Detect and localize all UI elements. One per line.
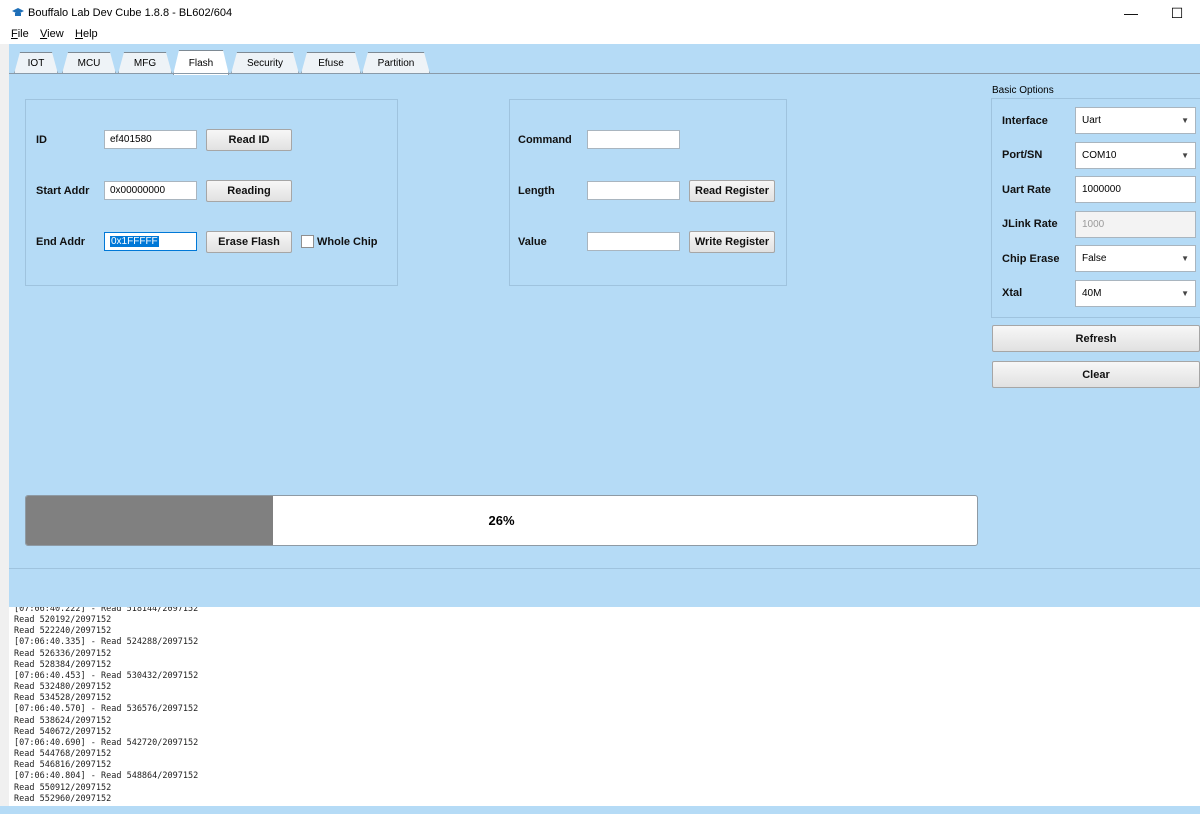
- id-label: ID: [36, 134, 47, 146]
- start-addr-field[interactable]: 0x00000000: [104, 181, 197, 200]
- xtal-label: Xtal: [1002, 287, 1023, 299]
- log-line: Read 544768/2097152: [14, 749, 112, 760]
- splitter-handle[interactable]: [9, 568, 1200, 608]
- command-label: Command: [518, 134, 572, 146]
- whole-chip-checkbox[interactable]: [301, 235, 314, 248]
- log-line: Read 540672/2097152: [14, 726, 112, 737]
- log-line: [07:06:40.222] - Read 518144/2097152: [14, 607, 199, 614]
- menu-view[interactable]: View: [40, 28, 64, 40]
- chevron-down-icon: ▼: [1181, 151, 1189, 160]
- port-label: Port/SN: [1002, 149, 1043, 161]
- log-line: Read 522240/2097152: [14, 626, 112, 637]
- tab-mfg[interactable]: MFG: [118, 52, 172, 74]
- menu-bar: [0, 26, 1200, 44]
- interface-label: Interface: [1002, 115, 1048, 127]
- end-addr-field[interactable]: 0x1FFFFF: [104, 232, 197, 251]
- end-addr-label: End Addr: [36, 236, 86, 248]
- jlink-rate-value: 1000: [1082, 219, 1105, 230]
- xtal-value: 40M: [1082, 288, 1102, 299]
- write-register-button[interactable]: Write Register: [689, 231, 775, 253]
- chevron-down-icon: ▼: [1181, 254, 1189, 263]
- menu-help[interactable]: Help: [75, 28, 98, 40]
- chip-erase-select[interactable]: False ▼: [1075, 245, 1196, 272]
- progress-text: 26%: [488, 513, 515, 528]
- uart-rate-label: Uart Rate: [1002, 184, 1051, 196]
- command-field[interactable]: [587, 130, 680, 149]
- log-line: Read 532480/2097152: [14, 682, 112, 693]
- tab-security[interactable]: Security: [231, 52, 299, 74]
- value-field[interactable]: [587, 232, 680, 251]
- log-line: [07:06:40.804] - Read 548864/2097152: [14, 771, 199, 782]
- log-line: [07:06:40.570] - Read 536576/2097152: [14, 704, 199, 715]
- length-field[interactable]: [587, 181, 680, 200]
- jlink-rate-label: JLink Rate: [1002, 218, 1058, 230]
- tab-bar-divider: [9, 73, 1200, 74]
- chip-erase-value: False: [1082, 253, 1107, 264]
- read-register-button[interactable]: Read Register: [689, 180, 775, 202]
- interface-select[interactable]: Uart ▼: [1075, 107, 1196, 134]
- jlink-rate-field: 1000: [1075, 211, 1196, 238]
- log-line: Read 528384/2097152: [14, 659, 112, 670]
- bottom-strip: [0, 806, 1200, 814]
- log-output[interactable]: [07:06:40.222] - Read 518144/2097152 Read…: [9, 607, 1200, 806]
- port-value: COM10: [1082, 150, 1117, 161]
- chip-erase-label: Chip Erase: [1002, 253, 1060, 265]
- erase-flash-button[interactable]: Erase Flash: [206, 231, 292, 253]
- tab-mcu[interactable]: MCU: [62, 52, 116, 74]
- log-line: Read 526336/2097152: [14, 648, 112, 659]
- log-line: Read 550912/2097152: [14, 782, 112, 793]
- window-title: Bouffalo Lab Dev Cube 1.8.8 - BL602/604: [28, 7, 233, 19]
- end-addr-selection: 0x1FFFFF: [110, 236, 159, 247]
- port-select[interactable]: COM10 ▼: [1075, 142, 1196, 169]
- minimize-button[interactable]: —: [1108, 0, 1154, 26]
- value-label: Value: [518, 236, 547, 248]
- reading-button[interactable]: Reading: [206, 180, 292, 202]
- length-label: Length: [518, 185, 555, 197]
- log-line: Read 546816/2097152: [14, 760, 112, 771]
- tab-iot[interactable]: IOT: [14, 52, 58, 74]
- log-line: Read 534528/2097152: [14, 693, 112, 704]
- log-line: [07:06:40.335] - Read 524288/2097152: [14, 637, 199, 648]
- uart-rate-field[interactable]: 1000000: [1075, 176, 1196, 203]
- start-addr-label: Start Addr: [36, 185, 90, 197]
- tab-partition[interactable]: Partition: [362, 52, 430, 74]
- clear-button[interactable]: Clear: [992, 361, 1200, 388]
- whole-chip-label: Whole Chip: [317, 236, 378, 248]
- chevron-down-icon: ▼: [1181, 116, 1189, 125]
- uart-rate-value: 1000000: [1082, 184, 1121, 195]
- interface-value: Uart: [1082, 115, 1101, 126]
- id-field[interactable]: ef401580: [104, 130, 197, 149]
- log-line: Read 552960/2097152: [14, 793, 112, 804]
- tab-flash[interactable]: Flash: [173, 50, 229, 75]
- xtal-select[interactable]: 40M ▼: [1075, 280, 1196, 307]
- chevron-down-icon: ▼: [1181, 289, 1189, 298]
- log-lines: [07:06:40.222] - Read 518144/2097152 Read…: [14, 607, 198, 805]
- log-line: Read 538624/2097152: [14, 715, 112, 726]
- log-line: [07:06:40.453] - Read 530432/2097152: [14, 670, 199, 681]
- menu-file[interactable]: File: [11, 28, 29, 40]
- log-line: [07:06:40.690] - Read 542720/2097152: [14, 737, 199, 748]
- graduation-cap-icon: [12, 8, 24, 16]
- read-id-button[interactable]: Read ID: [206, 129, 292, 151]
- log-line: Read 520192/2097152: [14, 615, 112, 626]
- basic-options-title: Basic Options: [992, 85, 1054, 96]
- maximize-button[interactable]: ☐: [1154, 0, 1200, 26]
- tab-efuse[interactable]: Efuse: [301, 52, 361, 74]
- progress-bar: 26%: [25, 495, 978, 546]
- refresh-button[interactable]: Refresh: [992, 325, 1200, 352]
